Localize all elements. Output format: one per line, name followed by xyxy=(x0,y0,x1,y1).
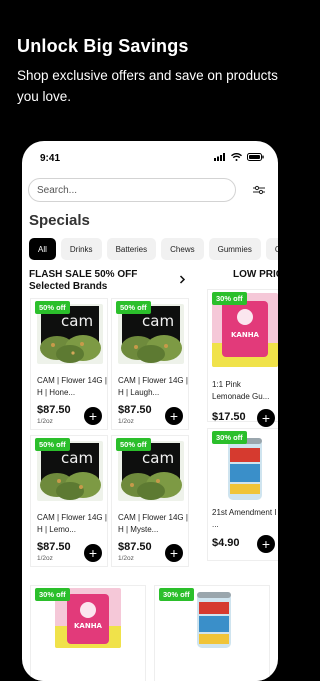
drink-can-image xyxy=(189,588,239,648)
product-card[interactable]: cam 50% off CAM | Flower 14G | H | Laugh… xyxy=(111,298,189,430)
product-card[interactable]: 30% off xyxy=(154,585,270,681)
add-to-cart-button[interactable]: + xyxy=(84,407,102,425)
product-name: 1:1 Pink Lemonade Gu... xyxy=(212,380,270,401)
flash-sale-title-line2: Selected Brands xyxy=(29,281,108,292)
product-price: $87.50 xyxy=(37,404,71,416)
discount-badge: 30% off xyxy=(212,292,247,305)
status-bar: 9:41 xyxy=(22,141,278,177)
chip-gummies[interactable]: Gummies xyxy=(208,238,261,260)
jar-brand-text: cam xyxy=(61,312,93,330)
status-time: 9:41 xyxy=(40,153,61,164)
chip-batteries[interactable]: Batteries xyxy=(106,238,157,260)
jar-brand-text: cam xyxy=(61,449,93,467)
chip-chews[interactable]: Chews xyxy=(161,238,204,260)
add-to-cart-button[interactable]: + xyxy=(165,544,183,562)
add-to-cart-button[interactable]: + xyxy=(257,535,275,553)
discount-badge: 50% off xyxy=(116,438,151,451)
discount-badge: 30% off xyxy=(212,431,247,444)
plus-icon: + xyxy=(169,408,179,424)
gummy-brand-text: KANHA xyxy=(74,622,103,630)
filter-icon xyxy=(253,185,265,195)
plus-icon: + xyxy=(261,410,271,426)
discount-badge: 50% off xyxy=(35,438,70,451)
plus-icon: + xyxy=(261,536,271,552)
discount-badge: 30% off xyxy=(35,588,70,601)
product-unit: 1/2oz xyxy=(37,418,53,425)
promo-header: Unlock Big Savings Shop exclusive offers… xyxy=(0,0,300,140)
product-price: $17.50 xyxy=(212,411,246,423)
chip-all[interactable]: All xyxy=(29,238,56,260)
product-name: CAM | Flower 14G | H | Laugh... xyxy=(118,376,188,397)
search-placeholder: Search... xyxy=(37,184,78,196)
product-name: 21st Amendment I ... xyxy=(212,508,277,529)
product-card[interactable]: cam 50% off CAM | Flower 14G | H | Myste… xyxy=(111,435,189,567)
chevron-right-icon[interactable] xyxy=(179,275,186,284)
promo-title: Unlock Big Savings xyxy=(17,36,189,56)
plus-icon: + xyxy=(169,545,179,561)
discount-badge: 50% off xyxy=(116,301,151,314)
product-card[interactable]: 30% off 21st Amendment I ... $4.90 + xyxy=(207,428,278,561)
specials-title: Specials xyxy=(29,212,90,229)
product-price: $87.50 xyxy=(118,404,152,416)
product-name: CAM | Flower 14G | H | Lemo... xyxy=(37,513,107,534)
product-price: $87.50 xyxy=(118,541,152,553)
product-unit: 1/2oz xyxy=(37,555,53,562)
discount-badge: 50% off xyxy=(35,301,70,314)
flash-sale-title-line1: FLASH SALE 50% OFF xyxy=(29,269,138,280)
product-unit: 1/2oz xyxy=(118,418,134,425)
discount-badge: 30% off xyxy=(159,588,194,601)
chip-drinks[interactable]: Drinks xyxy=(60,238,102,260)
wifi-icon xyxy=(231,153,242,161)
status-icons xyxy=(214,153,264,161)
product-name: CAM | Flower 14G | H | Myste... xyxy=(118,513,188,534)
product-price: $4.90 xyxy=(212,537,240,549)
filter-button[interactable] xyxy=(248,179,270,201)
phone-screen: 9:41 Search... Specials All Drinks Batte… xyxy=(22,141,278,681)
chip-more[interactable]: C xyxy=(265,238,278,260)
product-image xyxy=(189,588,239,648)
product-card[interactable]: cam 50% off CAM | Flower 14G | H | Hone.… xyxy=(30,298,108,430)
signal-icon xyxy=(214,153,225,161)
plus-icon: + xyxy=(88,408,98,424)
add-to-cart-button[interactable]: + xyxy=(257,409,275,427)
add-to-cart-button[interactable]: + xyxy=(84,544,102,562)
search-input[interactable]: Search... xyxy=(28,178,236,202)
product-card[interactable]: cam 50% off CAM | Flower 14G | H | Lemo.… xyxy=(30,435,108,567)
add-to-cart-button[interactable]: + xyxy=(165,407,183,425)
low-prices-title: LOW PRICES E xyxy=(233,269,278,280)
category-chips: All Drinks Batteries Chews Gummies C xyxy=(29,238,278,260)
gummy-brand-text: KANHA xyxy=(231,331,260,339)
product-price: $87.50 xyxy=(37,541,71,553)
product-card[interactable]: KANHA 30% off xyxy=(30,585,146,681)
product-card[interactable]: KANHA 30% off 1:1 Pink Lemonade Gu... $1… xyxy=(207,289,278,427)
battery-icon xyxy=(247,153,264,161)
flash-sale-title: FLASH SALE 50% OFF Selected Brands xyxy=(29,269,137,293)
promo-subtitle: Shop exclusive offers and save on produc… xyxy=(17,68,278,104)
product-unit: 1/2oz xyxy=(118,555,134,562)
plus-icon: + xyxy=(88,545,98,561)
product-name: CAM | Flower 14G | H | Hone... xyxy=(37,376,107,397)
jar-brand-text: cam xyxy=(142,312,174,330)
jar-brand-text: cam xyxy=(142,449,174,467)
